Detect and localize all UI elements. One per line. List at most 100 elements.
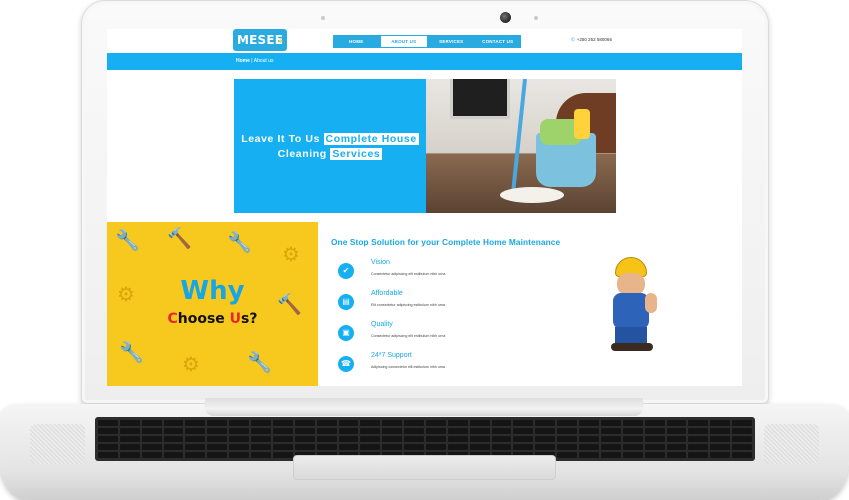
keyboard-key[interactable] — [185, 444, 206, 450]
keyboard-key[interactable] — [207, 452, 228, 458]
keyboard-key[interactable] — [207, 436, 228, 442]
keyboard-key[interactable] — [338, 444, 359, 450]
keyboard-key[interactable] — [426, 428, 446, 434]
nav-about-us[interactable]: ABOUT US — [379, 35, 428, 48]
keyboard-key[interactable] — [688, 420, 709, 426]
keyboard-key[interactable] — [688, 436, 709, 442]
keyboard-key[interactable] — [666, 428, 687, 434]
keyboard-key[interactable] — [491, 420, 512, 426]
keyboard-key[interactable] — [382, 420, 403, 426]
keyboard-key[interactable] — [491, 436, 512, 442]
keyboard-key[interactable] — [294, 436, 315, 442]
keyboard-key[interactable] — [644, 436, 665, 442]
keyboard-key[interactable] — [622, 452, 643, 458]
keyboard-key[interactable] — [163, 444, 184, 450]
keyboard-key[interactable] — [622, 436, 643, 442]
keyboard-key[interactable] — [666, 444, 687, 450]
keyboard-key[interactable] — [338, 420, 359, 426]
keyboard-key[interactable] — [469, 444, 490, 450]
keyboard-key[interactable] — [469, 436, 490, 442]
keyboard-key[interactable] — [98, 436, 118, 442]
keyboard-key[interactable] — [98, 444, 118, 450]
keyboard-key[interactable] — [710, 436, 731, 442]
keyboard-key[interactable] — [141, 444, 162, 450]
keyboard-key[interactable] — [141, 436, 162, 442]
keyboard-key[interactable] — [119, 436, 140, 442]
keyboard-key[interactable] — [360, 420, 381, 426]
keyboard-key[interactable] — [557, 444, 578, 450]
keyboard-key[interactable] — [557, 436, 578, 442]
keyboard-key[interactable] — [622, 428, 643, 434]
keyboard-key[interactable] — [644, 444, 665, 450]
keyboard-key[interactable] — [316, 436, 337, 442]
keyboard-key[interactable] — [185, 428, 206, 434]
keyboard-key[interactable] — [207, 428, 228, 434]
nav-home[interactable]: HOME — [333, 35, 380, 48]
keyboard-key[interactable] — [141, 420, 162, 426]
keyboard-key[interactable] — [272, 420, 293, 426]
keyboard-key[interactable] — [535, 428, 556, 434]
keyboard-key[interactable] — [119, 452, 140, 458]
keyboard-key[interactable] — [710, 420, 731, 426]
keyboard-key[interactable] — [666, 420, 687, 426]
nav-services[interactable]: SERVICES — [428, 35, 475, 48]
keyboard-key[interactable] — [579, 436, 599, 442]
keyboard-key[interactable] — [447, 444, 468, 450]
keyboard-key[interactable] — [447, 420, 468, 426]
keyboard-key[interactable] — [732, 420, 752, 426]
keyboard-key[interactable] — [666, 452, 687, 458]
keyboard-key[interactable] — [141, 452, 162, 458]
keyboard-key[interactable] — [272, 436, 293, 442]
keyboard-key[interactable] — [338, 436, 359, 442]
keyboard-key[interactable] — [600, 444, 621, 450]
keyboard-key[interactable] — [447, 436, 468, 442]
keyboard-key[interactable] — [360, 444, 381, 450]
keyboard-key[interactable] — [469, 420, 490, 426]
site-logo[interactable]: MESEE ✦ — [233, 29, 287, 51]
keyboard-key[interactable] — [382, 428, 403, 434]
keyboard-key[interactable] — [579, 420, 599, 426]
keyboard-key[interactable] — [185, 420, 206, 426]
keyboard-key[interactable] — [535, 436, 556, 442]
keyboard-key[interactable] — [98, 420, 118, 426]
keyboard-key[interactable] — [447, 428, 468, 434]
keyboard-key[interactable] — [600, 428, 621, 434]
keyboard-key[interactable] — [622, 420, 643, 426]
keyboard-key[interactable] — [119, 420, 140, 426]
keyboard-key[interactable] — [163, 452, 184, 458]
keyboard-key[interactable] — [600, 420, 621, 426]
keyboard-key[interactable] — [732, 436, 752, 442]
keyboard-key[interactable] — [732, 428, 752, 434]
keyboard-key[interactable] — [404, 444, 424, 450]
keyboard-key[interactable] — [557, 452, 578, 458]
keyboard-key[interactable] — [513, 436, 534, 442]
keyboard-key[interactable] — [579, 444, 599, 450]
keyboard-key[interactable] — [513, 428, 534, 434]
keyboard-key[interactable] — [185, 452, 206, 458]
keyboard-key[interactable] — [600, 452, 621, 458]
keyboard-key[interactable] — [382, 436, 403, 442]
keyboard-key[interactable] — [119, 444, 140, 450]
keyboard-key[interactable] — [557, 428, 578, 434]
keyboard-key[interactable] — [688, 428, 709, 434]
breadcrumb-home[interactable]: Home — [236, 58, 250, 64]
keyboard-key[interactable] — [732, 444, 752, 450]
keyboard-key[interactable] — [294, 428, 315, 434]
keyboard-key[interactable] — [513, 420, 534, 426]
keyboard-key[interactable] — [316, 444, 337, 450]
keyboard-key[interactable] — [229, 420, 250, 426]
keyboard-key[interactable] — [163, 420, 184, 426]
keyboard-key[interactable] — [579, 428, 599, 434]
keyboard-key[interactable] — [251, 428, 271, 434]
phone-number[interactable]: ✆ +250 252 580066 — [571, 36, 612, 43]
keyboard-key[interactable] — [294, 444, 315, 450]
keyboard-key[interactable] — [513, 444, 534, 450]
keyboard-key[interactable] — [732, 452, 752, 458]
keyboard-key[interactable] — [98, 428, 118, 434]
keyboard-key[interactable] — [251, 436, 271, 442]
keyboard-key[interactable] — [710, 444, 731, 450]
keyboard-key[interactable] — [710, 452, 731, 458]
keyboard-key[interactable] — [272, 444, 293, 450]
keyboard-key[interactable] — [666, 436, 687, 442]
keyboard-key[interactable] — [207, 420, 228, 426]
